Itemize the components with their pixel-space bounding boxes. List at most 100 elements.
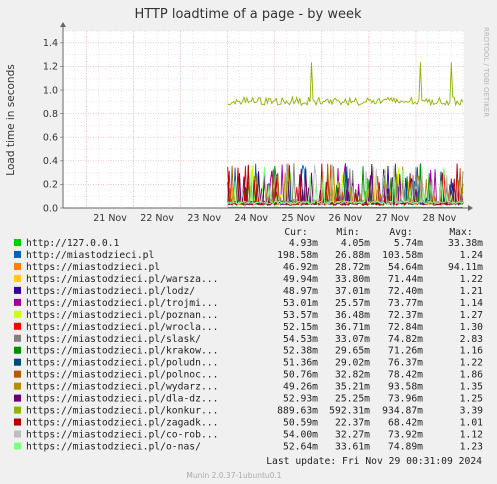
y-tick-label: 1.0 — [43, 85, 58, 96]
legend-value-max: 1.14 — [460, 298, 483, 309]
legend-series-name: https://miastodzieci.pl/co-rob... — [26, 430, 218, 441]
legend-value-min: 25.25m — [335, 394, 370, 405]
legend-value-avg: 71.26m — [388, 346, 423, 357]
legend-swatch — [14, 334, 21, 342]
legend-value-min: 29.65m — [335, 346, 370, 357]
legend-value-cur: 52.64m — [283, 441, 318, 452]
legend-value-max: 1.27 — [460, 310, 483, 321]
legend-series-name: https://miastodzieci.pl/lodz/ — [26, 286, 195, 297]
legend-value-min: 32.82m — [335, 370, 370, 381]
legend-value-avg: 93.58m — [388, 382, 423, 393]
legend-value-avg: 54.64m — [388, 262, 423, 273]
legend-value-min: 26.88m — [335, 250, 370, 261]
munin-version: Munin 2.0.37-1ubuntu0.1 — [186, 471, 281, 480]
legend-swatch — [14, 346, 21, 354]
legend-value-avg: 71.44m — [388, 274, 423, 285]
legend-value-avg: 73.92m — [388, 430, 423, 441]
legend-value-min: 33.80m — [335, 274, 370, 285]
legend-value-avg: 5.74m — [394, 238, 423, 249]
legend-value-cur: 54.53m — [283, 334, 318, 345]
x-tick-label: 28 Nov — [423, 213, 457, 224]
legend-series-name: http://127.0.0.1 — [26, 238, 119, 249]
legend-value-max: 1.22 — [460, 358, 483, 369]
legend-value-cur: 49.94m — [283, 274, 318, 285]
legend-series-name: https://miastodzieci.pl/krakow... — [26, 346, 218, 357]
legend-swatch — [14, 239, 21, 246]
x-tick-label: 22 Nov — [140, 213, 174, 224]
legend-series-name: https://miastodzieci.pl/slask/ — [26, 334, 201, 345]
legend-header-min: Min: — [336, 227, 359, 238]
y-tick-label: 0.2 — [43, 180, 58, 191]
legend-swatch — [14, 286, 21, 294]
legend-value-avg: 76.37m — [388, 358, 423, 369]
legend-series-name: https://miastodzieci.pl/polnoc... — [26, 370, 218, 381]
legend-value-cur: 50.59m — [283, 418, 318, 429]
last-update: Last update: Fri Nov 29 00:31:09 2024 — [266, 456, 482, 467]
legend-value-cur: 46.92m — [283, 262, 318, 273]
legend-value-cur: 198.58m — [277, 250, 318, 261]
legend-value-cur: 53.01m — [283, 298, 318, 309]
legend-value-max: 1.25 — [460, 394, 483, 405]
rrdtool-credit: RRDTOOL / TOBI OETIKER — [482, 27, 490, 117]
legend-series-name: https://miastodzieci.pl/zagadk... — [26, 418, 218, 429]
load-time-chart: HTTP loadtime of a page - by week RRDTOO… — [5, 7, 490, 480]
legend-value-cur: 52.38m — [283, 346, 318, 357]
legend-value-avg: 73.96m — [388, 394, 423, 405]
y-axis-label: Load time in seconds — [5, 64, 17, 175]
legend-value-max: 1.21 — [460, 286, 483, 297]
legend-swatch — [14, 250, 21, 258]
legend-value-min: 32.27m — [335, 430, 370, 441]
legend-value-cur: 49.26m — [283, 382, 318, 393]
legend-value-avg: 103.58m — [382, 250, 423, 261]
legend-value-cur: 54.00m — [283, 430, 318, 441]
x-tick-label: 25 Nov — [281, 213, 315, 224]
y-tick-label: 0.8 — [43, 109, 58, 120]
legend-series-name: https://miastodzieci.pl/wydarz... — [26, 382, 218, 393]
legend-value-min: 29.02m — [335, 358, 370, 369]
legend-series-name: https://miastodzieci.pl/konkur... — [26, 406, 218, 417]
legend-value-avg: 73.77m — [388, 298, 423, 309]
legend-value-max: 1.01 — [460, 418, 483, 429]
legend-swatch — [14, 310, 21, 318]
legend-value-min: 35.21m — [335, 382, 370, 393]
legend-series-name: https://miastodzieci.pl/dla-dz... — [26, 394, 218, 405]
legend-value-avg: 72.37m — [388, 310, 423, 321]
legend-swatch — [14, 442, 21, 450]
legend-value-cur: 53.57m — [283, 310, 318, 321]
legend-series-name: https://miastodzieci.pl/poludn... — [26, 358, 218, 369]
legend-swatch — [14, 394, 21, 402]
legend-series-name: https://miastodzieci.pl/poznan... — [26, 310, 218, 321]
y-tick-label: 0.6 — [43, 133, 58, 144]
x-tick-label: 27 Nov — [376, 213, 410, 224]
legend-value-max: 1.30 — [460, 322, 483, 333]
legend-value-max: 1.24 — [460, 250, 483, 261]
y-tick-label: 0.4 — [43, 156, 58, 167]
legend-series-name: https://miastodzieci.pl/trojmi... — [26, 298, 218, 309]
legend-value-max: 3.39 — [460, 406, 483, 417]
legend-swatch — [14, 370, 21, 378]
x-tick-label: 26 Nov — [329, 213, 363, 224]
legend-header-cur: Cur: — [284, 227, 307, 238]
x-tick-label: 23 Nov — [187, 213, 221, 224]
legend-value-avg: 68.42m — [388, 418, 423, 429]
legend-value-avg: 72.84m — [388, 322, 423, 333]
legend-value-min: 592.31m — [329, 406, 370, 417]
legend-value-max: 2.83 — [460, 334, 483, 345]
legend-series-name: https://miastodzieci.pl/o-nas/ — [26, 441, 201, 452]
legend-value-cur: 48.97m — [283, 286, 318, 297]
legend-header-avg: Avg: — [389, 227, 412, 238]
legend-value-min: 25.57m — [335, 298, 370, 309]
legend-value-avg: 78.42m — [388, 370, 423, 381]
legend-value-cur: 51.36m — [283, 358, 318, 369]
legend-swatch — [14, 382, 21, 390]
legend-value-cur: 52.93m — [283, 394, 318, 405]
legend-series-name: https://miastodzieci.pl/wrocla... — [26, 322, 218, 333]
chart-title: HTTP loadtime of a page - by week — [134, 7, 362, 22]
legend-value-max: 1.16 — [460, 346, 483, 357]
legend-value-min: 22.37m — [335, 418, 370, 429]
legend-header-max: Max: — [449, 227, 472, 238]
legend-value-cur: 50.76m — [283, 370, 318, 381]
legend-value-cur: 4.93m — [289, 238, 318, 249]
legend-value-avg: 934.87m — [382, 406, 423, 417]
legend-value-max: 1.35 — [460, 382, 483, 393]
